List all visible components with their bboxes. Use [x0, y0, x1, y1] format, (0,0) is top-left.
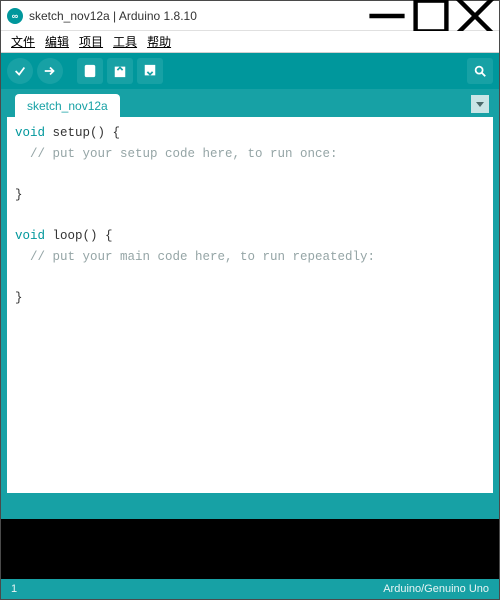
arduino-ide-window: ∞ sketch_nov12a | Arduino 1.8.10 文件 编辑 项…	[0, 0, 500, 600]
code-text: }	[15, 188, 23, 202]
save-button[interactable]	[137, 58, 163, 84]
menu-edit[interactable]: 编辑	[41, 31, 73, 52]
serial-monitor-button[interactable]	[467, 58, 493, 84]
menu-help[interactable]: 帮助	[143, 31, 175, 52]
arduino-icon: ∞	[7, 8, 23, 24]
tabbar: sketch_nov12a	[1, 89, 499, 117]
editor-container: void setup() { // put your setup code he…	[1, 117, 499, 499]
tab-menu-button[interactable]	[471, 95, 489, 113]
verify-button[interactable]	[7, 58, 33, 84]
new-button[interactable]	[77, 58, 103, 84]
upload-button[interactable]	[37, 58, 63, 84]
titlebar: ∞ sketch_nov12a | Arduino 1.8.10	[1, 1, 499, 31]
keyword: void	[15, 229, 45, 243]
window-controls	[365, 1, 497, 31]
menubar: 文件 编辑 项目 工具 帮助	[1, 31, 499, 53]
code-text: setup() {	[45, 126, 120, 140]
close-button[interactable]	[453, 1, 497, 31]
code-text: loop() {	[45, 229, 113, 243]
console[interactable]	[1, 519, 499, 579]
maximize-button[interactable]	[409, 1, 453, 31]
status-bar: 1 Arduino/Genuino Uno	[1, 579, 499, 599]
code-editor[interactable]: void setup() { // put your setup code he…	[7, 117, 493, 493]
minimize-button[interactable]	[365, 1, 409, 31]
board-label: Arduino/Genuino Uno	[383, 583, 489, 595]
comment: // put your setup code here, to run once…	[15, 147, 338, 161]
line-number: 1	[11, 583, 17, 595]
menu-file[interactable]: 文件	[7, 31, 39, 52]
tab-sketch[interactable]: sketch_nov12a	[15, 94, 120, 117]
code-text: }	[15, 291, 23, 305]
message-bar	[1, 499, 499, 519]
open-button[interactable]	[107, 58, 133, 84]
toolbar	[1, 53, 499, 89]
menu-tools[interactable]: 工具	[109, 31, 141, 52]
window-title: sketch_nov12a | Arduino 1.8.10	[29, 9, 365, 23]
keyword: void	[15, 126, 45, 140]
menu-sketch[interactable]: 项目	[75, 31, 107, 52]
comment: // put your main code here, to run repea…	[15, 250, 375, 264]
